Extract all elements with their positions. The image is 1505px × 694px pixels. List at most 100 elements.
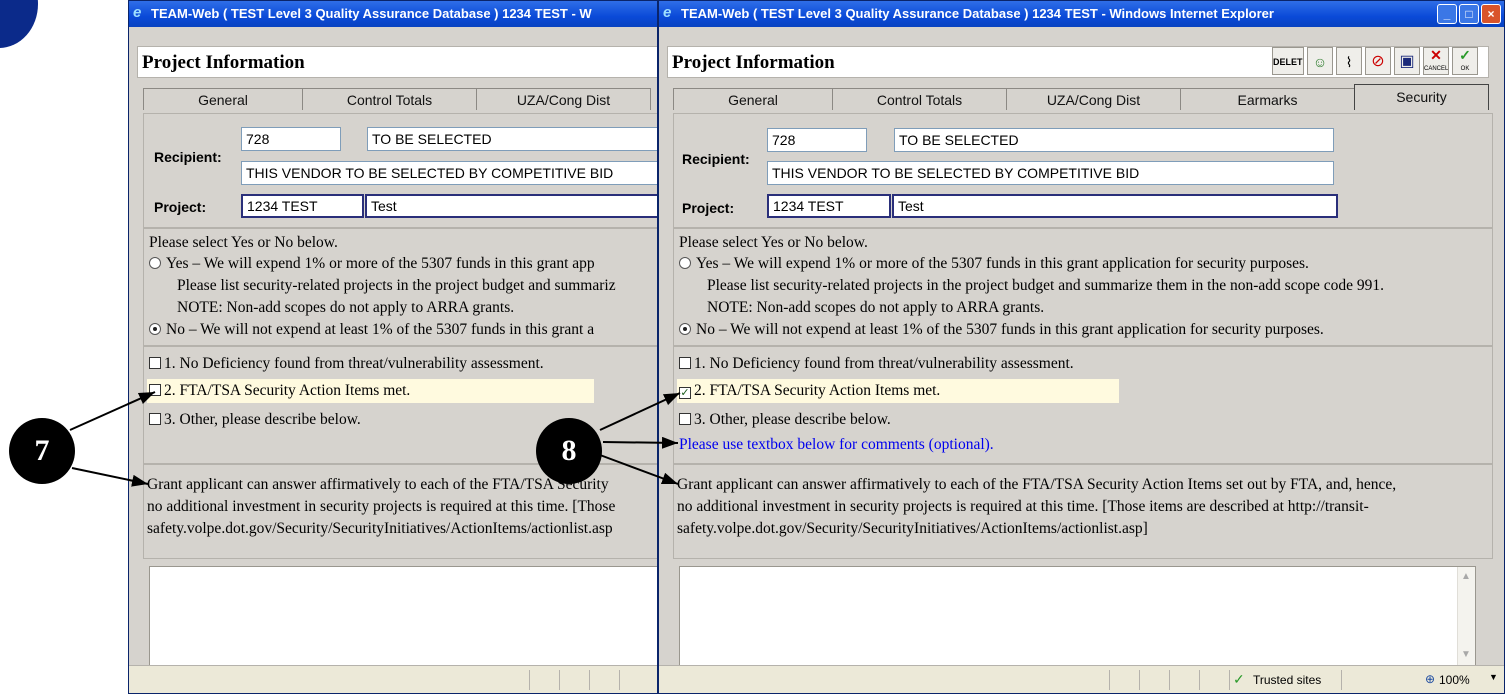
no-option-label: No – We will not expend at least 1% of t…	[166, 321, 595, 338]
recipient-short-field[interactable]: TO BE SELECTED	[894, 128, 1334, 152]
checkbox-item-1[interactable]: 1. No Deficiency found from threat/vulne…	[679, 355, 1074, 373]
cancel-label: CANCEL	[1424, 66, 1449, 72]
right-title-bar: e TEAM-Web ( TEST Level 3 Quality Assura…	[659, 1, 1504, 27]
left-browser-window: e TEAM-Web ( TEST Level 3 Quality Assura…	[128, 0, 658, 694]
checkbox-item-1[interactable]: 1. No Deficiency found from threat/vulne…	[149, 355, 544, 373]
tab-security[interactable]: Security	[1354, 84, 1489, 110]
checkbox-3-label: 3. Other, please describe below.	[164, 411, 361, 428]
no-radio[interactable]	[679, 323, 691, 335]
recipient-full-field[interactable]: THIS VENDOR TO BE SELECTED BY COMPETITIV…	[241, 161, 657, 185]
minimize-button[interactable]: _	[1437, 4, 1457, 24]
page-title: Project Information	[672, 52, 835, 73]
checkbox-3[interactable]	[149, 413, 161, 425]
yes-radio[interactable]	[149, 257, 161, 269]
yes-radio[interactable]	[679, 257, 691, 269]
user-icon[interactable]: ☺	[1307, 47, 1333, 75]
right-tab-strip: General Control Totals UZA/Cong Dist Ear…	[673, 84, 1489, 110]
status-separator	[1341, 670, 1342, 690]
right-status-bar: ✓ Trusted sites ⊕ 100% ▼	[659, 665, 1504, 693]
close-button[interactable]: ×	[1481, 4, 1501, 24]
status-separator	[1229, 670, 1230, 690]
left-header: Project Information	[137, 46, 657, 78]
delete-button[interactable]: DELETE	[1272, 47, 1304, 75]
left-title-bar: e TEAM-Web ( TEST Level 3 Quality Assura…	[129, 1, 657, 27]
checkbox-item-3[interactable]: 3. Other, please describe below.	[679, 411, 891, 429]
yes-option[interactable]: Yes – We will expend 1% or more of the 5…	[149, 255, 595, 273]
status-separator	[1169, 670, 1170, 690]
no-option-label: No – We will not expend at least 1% of t…	[696, 321, 1324, 338]
zoom-icon: ⊕	[1425, 672, 1436, 686]
zoom-level[interactable]: 100%	[1439, 673, 1470, 687]
page-title: Project Information	[142, 52, 305, 73]
recipient-short-field[interactable]: TO BE SELECTED	[367, 127, 657, 151]
right-window-title: TEAM-Web ( TEST Level 3 Quality Assuranc…	[681, 6, 1274, 21]
checkbox-2[interactable]	[149, 384, 161, 396]
grant-text-line-1: Grant applicant can answer affirmatively…	[147, 476, 609, 493]
project-label: Project:	[154, 199, 207, 215]
tab-earmarks[interactable]: Earmarks	[1180, 88, 1355, 110]
left-comment-textarea[interactable]	[149, 566, 657, 666]
status-separator	[619, 670, 620, 690]
action-toolbar: DELETE ☺ ⌇ ⊘ ▣ ✕CANCEL ✓OK	[1272, 47, 1478, 75]
comment-hint: Please use textbox below for comments (o…	[679, 436, 994, 453]
checkbox-item-2[interactable]: ✓ 2. FTA/TSA Security Action Items met.	[677, 379, 1119, 403]
paperclip-icon[interactable]: ⌇	[1336, 47, 1362, 75]
right-browser-window: e TEAM-Web ( TEST Level 3 Quality Assura…	[658, 0, 1505, 694]
recipient-id-field[interactable]: 728	[241, 127, 341, 151]
project-id-field[interactable]: 1234 TEST	[767, 194, 891, 218]
zoom-dropdown-icon[interactable]: ▼	[1489, 672, 1498, 682]
checkbox-2-label: 2. FTA/TSA Security Action Items met.	[164, 382, 411, 399]
recipient-full-field[interactable]: THIS VENDOR TO BE SELECTED BY COMPETITIV…	[767, 161, 1334, 185]
callout-8: 8	[536, 418, 602, 484]
status-separator	[1199, 670, 1200, 690]
status-separator	[1139, 670, 1140, 690]
tab-uza-cong-dist[interactable]: UZA/Cong Dist	[476, 88, 651, 110]
prompt-text: Please select Yes or No below.	[149, 234, 338, 251]
tab-uza-cong-dist[interactable]: UZA/Cong Dist	[1006, 88, 1181, 110]
scroll-down-icon[interactable]: ▼	[1460, 648, 1472, 662]
right-header: Project Information DELETE ☺ ⌇ ⊘ ▣ ✕CANC…	[667, 46, 1489, 78]
comment-scrollbar[interactable]: ▲ ▼	[1457, 567, 1475, 665]
tab-control-totals[interactable]: Control Totals	[302, 88, 477, 110]
checkbox-1-label: 1. No Deficiency found from threat/vulne…	[694, 355, 1074, 372]
project-name-field[interactable]: Test	[365, 194, 657, 218]
checkbox-item-3[interactable]: 3. Other, please describe below.	[149, 411, 361, 429]
grant-text-line-2: no additional investment in security pro…	[147, 498, 616, 515]
tab-control-totals[interactable]: Control Totals	[832, 88, 1007, 110]
checkbox-3[interactable]	[679, 413, 691, 425]
trusted-sites-icon: ✓	[1233, 671, 1245, 687]
tab-general[interactable]: General	[143, 88, 303, 110]
yes-note-2: NOTE: Non-add scopes do not apply to ARR…	[707, 299, 1045, 316]
grant-text-line-3: safety.volpe.dot.gov/Security/SecurityIn…	[147, 520, 613, 537]
yes-option-label: Yes – We will expend 1% or more of the 5…	[166, 255, 595, 272]
tab-general[interactable]: General	[673, 88, 833, 110]
left-window-title: TEAM-Web ( TEST Level 3 Quality Assuranc…	[151, 6, 592, 21]
no-option[interactable]: No – We will not expend at least 1% of t…	[149, 321, 594, 339]
grant-text-line-1: Grant applicant can answer affirmatively…	[677, 476, 1397, 493]
checkbox-item-2[interactable]: 2. FTA/TSA Security Action Items met.	[147, 379, 594, 403]
ie-icon: e	[663, 4, 672, 21]
checkbox-1[interactable]	[149, 357, 161, 369]
ie-icon: e	[133, 4, 142, 21]
cancel-button[interactable]: ✕ CANCEL	[1423, 47, 1449, 75]
no-option[interactable]: No – We will not expend at least 1% of t…	[679, 321, 1324, 339]
no-radio[interactable]	[149, 323, 161, 335]
scroll-up-icon[interactable]: ▲	[1460, 570, 1472, 584]
left-tab-strip: General Control Totals UZA/Cong Dist	[143, 88, 651, 110]
save-icon[interactable]: ▣	[1394, 47, 1420, 75]
project-id-field[interactable]: 1234 TEST	[241, 194, 364, 218]
yes-option[interactable]: Yes – We will expend 1% or more of the 5…	[679, 255, 1309, 273]
ok-button[interactable]: ✓ OK	[1452, 47, 1478, 75]
project-name-field[interactable]: Test	[892, 194, 1338, 218]
corner-decoration	[0, 0, 38, 48]
maximize-button[interactable]: □	[1459, 4, 1479, 24]
no-entry-icon[interactable]: ⊘	[1365, 47, 1391, 75]
recipient-id-field[interactable]: 728	[767, 128, 867, 152]
checkbox-1[interactable]	[679, 357, 691, 369]
checkbox-2-checked[interactable]: ✓	[679, 387, 691, 399]
status-separator	[529, 670, 530, 690]
grant-text-line-2: no additional investment in security pro…	[677, 498, 1369, 515]
status-separator	[559, 670, 560, 690]
status-separator	[1109, 670, 1110, 690]
right-comment-textarea[interactable]: ▲ ▼	[679, 566, 1476, 666]
